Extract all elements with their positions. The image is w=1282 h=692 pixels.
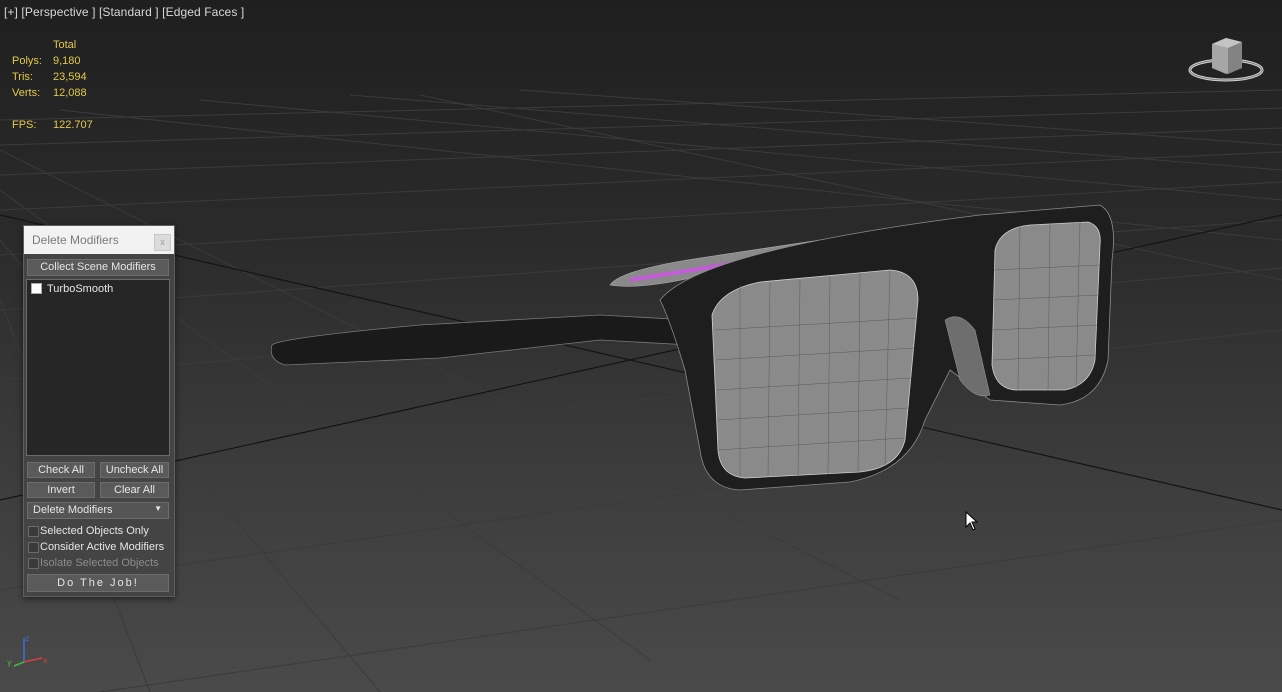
axis-tripod-icon: z x y	[4, 632, 52, 676]
do-the-job-button[interactable]: Do The Job!	[27, 574, 169, 592]
list-item-checkbox[interactable]	[31, 283, 42, 294]
checkbox-box[interactable]	[28, 542, 39, 553]
stats-fps-value: 122.707	[53, 119, 93, 131]
list-item-label: TurboSmooth	[47, 283, 114, 295]
checkbox-label: Selected Objects Only	[40, 525, 149, 537]
perspective-viewport[interactable]: [+] [Perspective ] [Standard ] [Edged Fa…	[0, 0, 1282, 692]
stats-polys-key: Polys:	[12, 55, 42, 67]
delete-modifiers-dialog[interactable]: Delete Modifiers x Collect Scene Modifie…	[23, 225, 175, 597]
modifier-list[interactable]: TurboSmooth	[26, 279, 170, 456]
dialog-titlebar[interactable]: Delete Modifiers x	[24, 226, 174, 254]
clear-all-button[interactable]: Clear All	[100, 482, 169, 498]
mode-dropdown[interactable]: Delete Modifiers ▼	[27, 502, 169, 519]
viewport-scene	[0, 89, 1282, 692]
close-button[interactable]: x	[154, 234, 171, 251]
stats-verts-value: 12,088	[53, 87, 87, 99]
stats-fps-key: FPS:	[12, 119, 37, 131]
close-icon: x	[160, 237, 165, 247]
stats-header: Total	[53, 39, 77, 51]
checkbox-box[interactable]	[28, 526, 39, 537]
checkbox-box	[28, 558, 39, 569]
svg-text:x: x	[43, 656, 48, 665]
uncheck-all-button[interactable]: Uncheck All	[100, 462, 169, 478]
checkbox-label: Isolate Selected Objects	[40, 557, 159, 569]
check-all-button[interactable]: Check All	[27, 462, 95, 478]
viewcube-icon[interactable]	[1186, 32, 1266, 88]
stats-polys-value: 9,180	[53, 55, 81, 67]
mouse-cursor-icon	[965, 510, 979, 535]
stats-tris-value: 23,594	[53, 71, 87, 83]
mode-dropdown-value: Delete Modifiers	[33, 504, 113, 516]
stats-verts-key: Verts:	[12, 87, 41, 99]
stats-tris-key: Tris:	[12, 71, 33, 83]
svg-text:z: z	[25, 634, 29, 643]
checkbox-label: Consider Active Modifiers	[40, 541, 165, 553]
svg-text:y: y	[7, 658, 12, 667]
dialog-title: Delete Modifiers	[32, 233, 119, 247]
chevron-down-icon: ▼	[154, 504, 162, 513]
collect-scene-modifiers-button[interactable]: Collect Scene Modifiers	[27, 259, 169, 276]
viewport-label[interactable]: [+] [Perspective ] [Standard ] [Edged Fa…	[4, 5, 244, 19]
invert-button[interactable]: Invert	[27, 482, 95, 498]
